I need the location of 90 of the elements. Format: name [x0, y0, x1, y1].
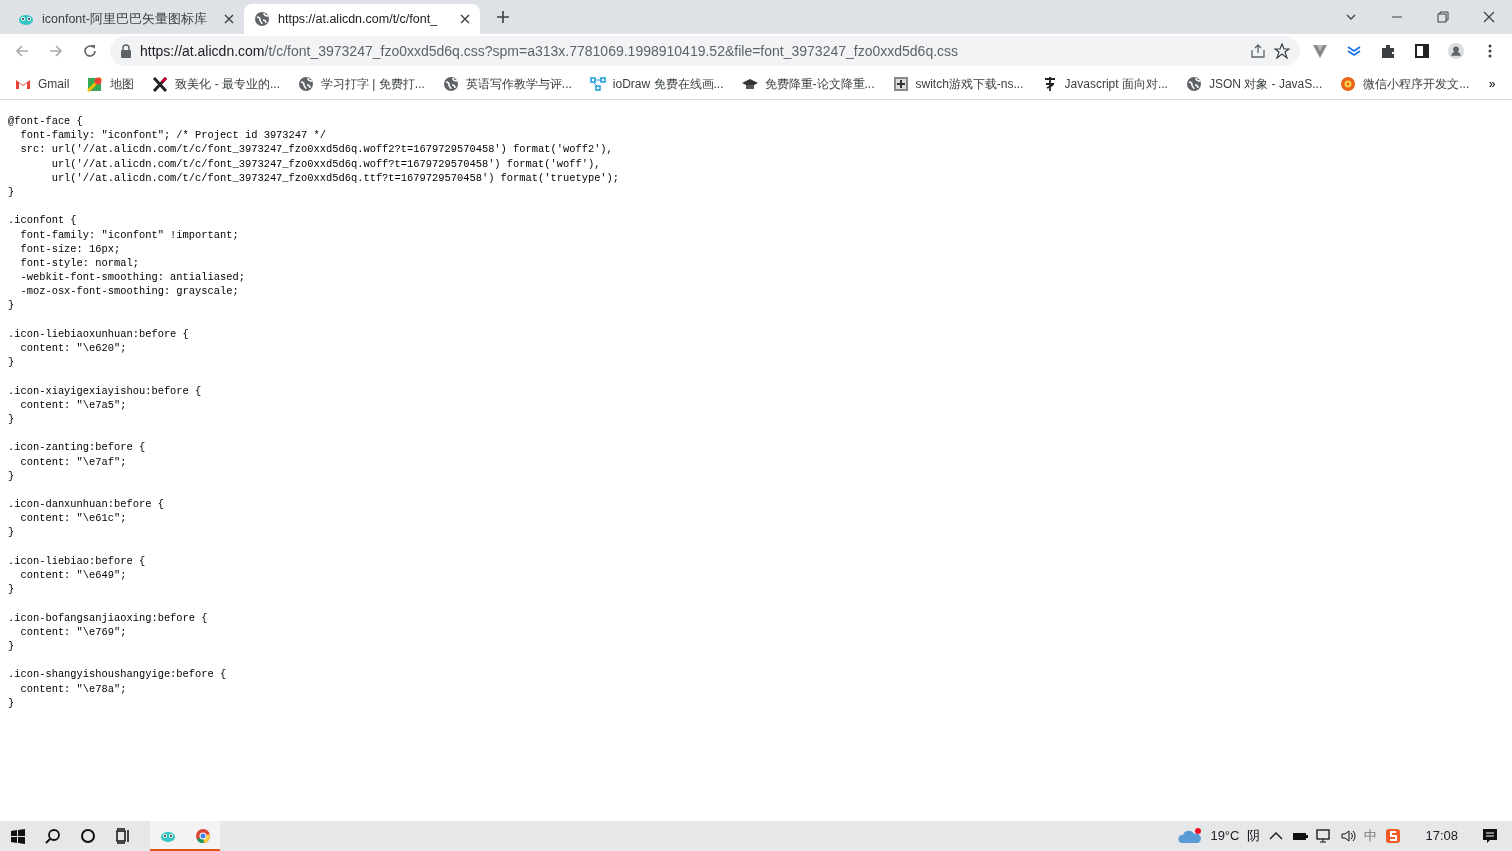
bookmark-link[interactable]: Javascript 面向对... — [1064, 74, 1168, 93]
back-icon — [14, 43, 30, 59]
close-icon — [1482, 10, 1496, 24]
code-line: } — [8, 638, 16, 654]
bookmark-link[interactable]: 微信小程序开发文... — [1363, 74, 1470, 93]
code-line: -webkit-font-smoothing: antialiased; — [19, 270, 246, 285]
code-line: content: "\e61c"; — [19, 511, 128, 526]
code-line: content: "\e7a5"; — [19, 397, 128, 412]
bookmark-link[interactable]: Gmail — [38, 74, 70, 93]
code-line: url('//at.alicdn.com/t/c/font_3973247_fzo0xxd5d6q.woff?t=1679729570458') format('woff'), — [50, 156, 602, 171]
plus-icon — [496, 10, 510, 24]
bookmark-link[interactable]: switch游戏下载-ns... — [915, 74, 1024, 93]
reload-icon — [82, 43, 98, 59]
bookmark-link[interactable]: 英语写作教学与评... — [465, 74, 572, 93]
x-logo-icon — [152, 75, 169, 92]
cloud-icon — [1178, 827, 1203, 845]
search-icon — [44, 828, 61, 844]
bookmark-link[interactable]: ioDraw 免费在线画... — [612, 74, 724, 93]
code-line: font-size: 16px; — [19, 241, 122, 256]
lock-icon — [120, 44, 132, 58]
code-line: .iconfont { — [8, 213, 78, 228]
clock-time[interactable]: 17:08 — [1425, 826, 1458, 846]
code-line: } — [8, 468, 16, 483]
address-bar[interactable]: https://at.alicdn.com/t/c/font_3973247_fzo0xxd5d6q.css?spm=a313x.7781069.1998910419.52&file=font_3973247_fzo0xxd5d6q.css — [110, 36, 1300, 66]
task-view-icon — [114, 828, 131, 844]
browser-logo-icon — [194, 828, 211, 844]
taskbar-app[interactable] — [185, 821, 220, 851]
browser-tab[interactable]: https://at.alicdn.com/t/c/font_ — [244, 4, 480, 34]
code-line: font-family: "iconfont" !important; — [19, 227, 240, 242]
flowchart-icon — [589, 75, 606, 92]
code-line: .icon-liebiaoxunhuan:before { — [8, 326, 190, 341]
code-line: } — [8, 355, 16, 370]
globe-icon — [298, 75, 314, 92]
code-line: content: "\e7af"; — [19, 454, 128, 469]
code-line: } — [8, 525, 16, 540]
restore-icon — [1436, 10, 1450, 24]
code-line: -moz-osx-font-smoothing: grayscale; — [19, 284, 240, 299]
temperature-text: 19°C — [1210, 827, 1240, 846]
network-icon[interactable] — [1316, 828, 1333, 844]
code-line: font-style: normal; — [19, 255, 140, 271]
bookmark-link[interactable]: 免费降重-论文降重... — [764, 74, 875, 93]
code-line: font-family: "iconfont"; /* Project id 3973247 */ — [19, 128, 327, 143]
bookmark-link[interactable]: 学习打字 | 免费打... — [321, 74, 425, 93]
code-line: .icon-xiayigexiayishou:before { — [8, 383, 203, 398]
code-line: .icon-liebiao:before { — [8, 553, 147, 568]
code-line: src: url('//at.alicdn.com/t/c/font_3973247_fzo0xxd5d6q.woff2?t=1679729570458') format('woff2'), — [19, 142, 614, 157]
close-icon[interactable] — [460, 14, 470, 24]
browser-tab[interactable]: iconfont-阿里巴巴矢量图标库 — [8, 4, 244, 34]
code-line: content: "\e78a"; — [19, 681, 128, 696]
code-line: content: "\e649"; — [19, 568, 128, 583]
speaker-icon[interactable] — [1340, 828, 1357, 844]
code-line: .icon-shangyishoushangyige:before { — [8, 667, 228, 682]
globe-icon — [1185, 75, 1202, 92]
code-line: url('//at.alicdn.com/t/c/font_3973247_fzo0xxd5d6q.ttf?t=1679729570458') format('truetype'); — [50, 170, 621, 185]
bookmark-link[interactable]: 地图 — [110, 74, 135, 93]
flower-icon — [1340, 75, 1357, 92]
globe-icon — [254, 11, 270, 27]
globe-icon — [442, 75, 459, 92]
bookmarks-overflow-button[interactable]: » — [1480, 69, 1504, 98]
side-panel-icon[interactable] — [1414, 43, 1430, 59]
map-pin-icon — [87, 75, 104, 92]
weather-text: 阴 — [1247, 827, 1261, 846]
forward-icon — [48, 43, 64, 59]
code-line: } — [8, 582, 16, 597]
code-line: } — [8, 184, 16, 200]
code-line: content: "\e769"; — [19, 624, 128, 639]
windows-logo-icon — [9, 828, 26, 844]
taskbar-app[interactable] — [150, 821, 185, 851]
code-line: .icon-zanting:before { — [8, 440, 147, 455]
bookmark-link[interactable]: 致美化 - 最专业的... — [175, 74, 280, 93]
code-line: @font-face { — [8, 114, 84, 129]
code-line: } — [8, 411, 16, 427]
code-line: } — [8, 298, 16, 313]
vue-logo-icon[interactable] — [1312, 43, 1328, 59]
puzzle-icon[interactable] — [1380, 43, 1396, 59]
close-icon[interactable] — [224, 14, 234, 24]
game-logo-icon — [892, 75, 909, 92]
code-line: } — [8, 695, 16, 710]
star-icon[interactable] — [1274, 43, 1290, 59]
circle-icon — [79, 828, 96, 844]
share-icon[interactable] — [1250, 43, 1266, 59]
code-line: .icon-bofangsanjiaoxing:before { — [8, 610, 209, 625]
code-line: .icon-danxunhuan:before { — [8, 497, 165, 512]
code-line: content: "\e620"; — [19, 341, 128, 356]
input-method-indicator[interactable]: 中 — [1364, 826, 1378, 846]
layers-icon[interactable] — [1346, 43, 1362, 59]
notification-icon[interactable] — [1482, 828, 1498, 844]
ime-logo-icon[interactable] — [1385, 828, 1402, 844]
bookmark-link[interactable]: JSON 对象 - JavaS... — [1208, 74, 1323, 93]
profile-avatar-icon[interactable] — [1448, 41, 1464, 61]
